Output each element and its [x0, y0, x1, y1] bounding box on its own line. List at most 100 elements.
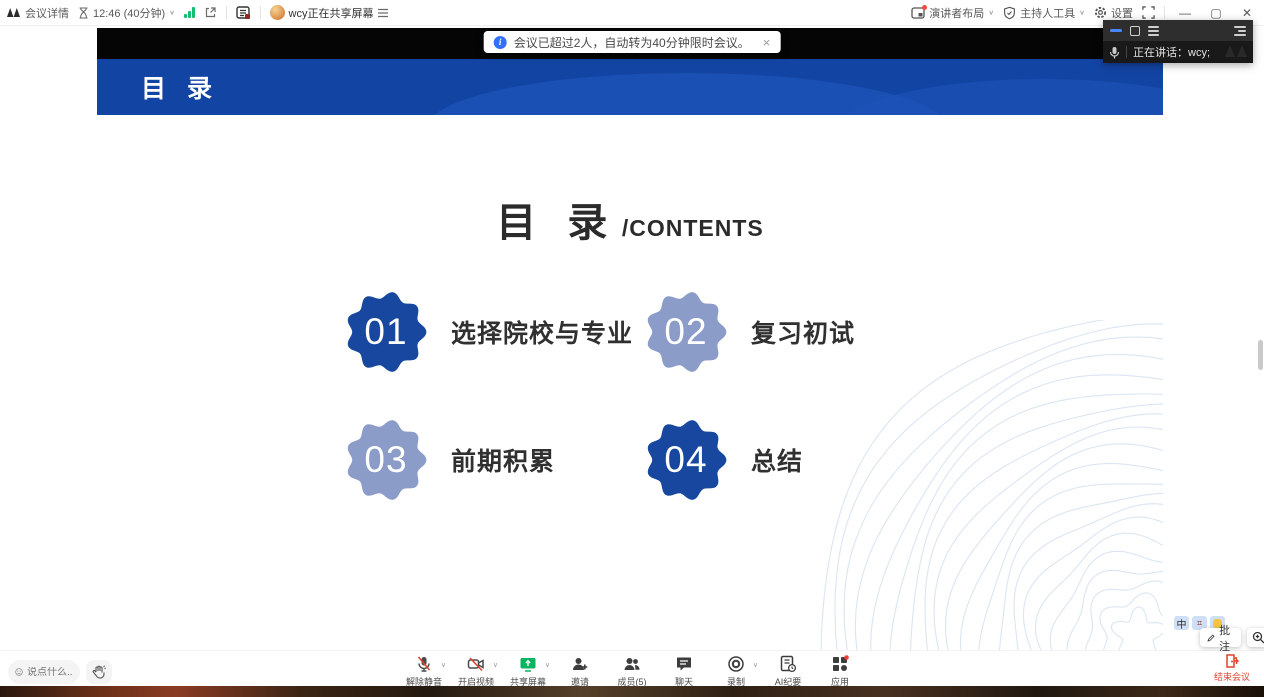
chevron-down-icon[interactable]: ∨	[545, 661, 550, 669]
close-button[interactable]: ✕	[1236, 4, 1258, 22]
list-view-icon[interactable]	[1148, 26, 1159, 36]
slide-body: 目 录 /CONTENTS 01 选择院校与专业 02 复习初试	[97, 115, 1163, 650]
raise-hand-button[interactable]	[86, 660, 112, 684]
meeting-limit-banner: i 会议已超过2人，自动转为40分钟限时会议。 ×	[484, 31, 781, 53]
toc-item-3: 03 前期积累	[345, 419, 555, 501]
minimize-button[interactable]: —	[1174, 4, 1196, 22]
app-topbar: 会议详情 12:46 (40分钟) ∨	[0, 0, 1264, 26]
annotate-button[interactable]: 批注	[1200, 628, 1241, 647]
active-speaker-row: 正在讲话：wcy;	[1103, 41, 1253, 63]
ime-mode-button[interactable]: 中	[1174, 616, 1189, 630]
chevron-down-icon[interactable]: ∨	[441, 661, 446, 669]
sharing-status[interactable]: wcy正在共享屏幕	[270, 5, 390, 21]
gear-icon	[1094, 6, 1107, 19]
annotation-tools: 批注	[1200, 628, 1264, 647]
speaking-label: 正在讲话：wcy;	[1133, 44, 1210, 60]
chat-bubble-icon	[675, 655, 693, 673]
end-meeting-label: 结束会议	[1214, 670, 1250, 683]
start-video-button[interactable]: ∨ 开启视频	[453, 652, 499, 688]
view-options-icon	[377, 8, 389, 18]
toc-badge-04: 04	[645, 419, 727, 501]
scrollbar[interactable]	[1258, 340, 1263, 370]
members-button[interactable]: 成员(5)	[609, 652, 655, 688]
chat-button[interactable]: 聊天	[661, 652, 707, 688]
slide-header-title: 目 录	[141, 59, 219, 115]
apps-button[interactable]: 应用	[817, 652, 863, 688]
raise-hand-icon	[92, 665, 106, 679]
toc-item-1: 01 选择院校与专业	[345, 291, 633, 373]
microphone-muted-icon	[415, 655, 433, 673]
chevron-down-icon: ∨	[169, 9, 175, 16]
unmute-button[interactable]: ∨ 解除静音	[401, 652, 447, 688]
toc-label: 总结	[751, 442, 803, 478]
magnifier-button[interactable]	[1247, 628, 1264, 647]
layout-switch-button[interactable]: 演讲者布局 ∨	[911, 5, 994, 21]
toc-badge-02: 02	[645, 291, 727, 373]
chevron-down-icon: ∨	[988, 9, 994, 16]
meeting-time: 12:46 (40分钟)	[93, 5, 165, 21]
slide-title-cn: 目 录	[496, 201, 617, 245]
divider	[1126, 46, 1127, 58]
banner-text: 会议已超过2人，自动转为40分钟限时会议。	[514, 34, 750, 51]
invite-person-icon	[571, 655, 589, 673]
record-button[interactable]: ∨ 录制	[713, 652, 759, 688]
chevron-down-icon[interactable]: ∨	[753, 661, 758, 669]
topbar-right: 演讲者布局 ∨ 主持人工具 ∨ 设置	[911, 4, 1258, 22]
notification-dot	[922, 5, 927, 10]
chevron-down-icon[interactable]: ∨	[493, 661, 498, 669]
toolbar-center: ∨ 解除静音 ∨ 开启视频 ∨ 共享屏幕	[401, 652, 863, 688]
share-screen-icon	[519, 655, 537, 673]
watermark-logo	[1225, 45, 1247, 57]
settings-label: 设置	[1111, 5, 1133, 21]
chevron-down-icon: ∨	[1079, 9, 1085, 16]
toc-number: 02	[645, 291, 727, 373]
panel-collapse-icon[interactable]	[1234, 26, 1246, 36]
shared-slide: 目 录 目 录 /CONTENTS 01 选择院校与专业	[97, 28, 1163, 650]
settings-button[interactable]: 设置	[1094, 5, 1133, 21]
ai-notes-button[interactable]: AI纪要	[765, 652, 811, 688]
toc-number: 01	[345, 291, 427, 373]
share-screen-button[interactable]: ∨ 共享屏幕	[505, 652, 551, 688]
gallery-view-icon[interactable]	[1130, 26, 1140, 36]
divider	[1164, 6, 1165, 19]
speaker-name: wcy;	[1188, 47, 1210, 59]
chat-input[interactable]	[27, 667, 73, 678]
network-signal-icon[interactable]	[184, 7, 195, 18]
hourglass-icon	[78, 7, 89, 19]
pop-out-icon[interactable]	[204, 6, 217, 19]
panel-minimize-icon[interactable]	[1110, 29, 1122, 32]
meeting-details-button[interactable]: 会议详情	[6, 5, 69, 21]
apps-grid-icon	[831, 655, 849, 673]
sharer-avatar	[270, 5, 285, 20]
toc-item-4: 04 总结	[645, 419, 803, 501]
toc-item-2: 02 复习初试	[645, 291, 855, 373]
meeting-timer[interactable]: 12:46 (40分钟) ∨	[78, 5, 175, 21]
topbar-left: 会议详情 12:46 (40分钟) ∨	[6, 5, 389, 21]
shared-screen-stage: 目 录 目 录 /CONTENTS 01 选择院校与专业	[0, 26, 1264, 650]
shield-icon	[1003, 6, 1016, 20]
annotate-label: 批注	[1219, 622, 1234, 654]
speaker-panel: 正在讲话：wcy;	[1103, 20, 1253, 63]
toc-number: 04	[645, 419, 727, 501]
exit-door-icon	[1224, 653, 1240, 669]
host-tools-button[interactable]: 主持人工具 ∨	[1003, 5, 1085, 21]
speaker-panel-controls	[1103, 20, 1253, 41]
toc-label: 前期积累	[451, 442, 555, 478]
microphone-icon	[1109, 46, 1120, 59]
divider	[226, 6, 227, 19]
slide-header-banner: 目 录	[97, 59, 1163, 115]
invite-button[interactable]: 邀请	[557, 652, 603, 688]
chat-input-box[interactable]	[8, 660, 80, 684]
layout-label: 演讲者布局	[929, 5, 984, 21]
maximize-button[interactable]: ▢	[1205, 4, 1227, 22]
slide-title: 目 录 /CONTENTS	[97, 190, 1163, 248]
fullscreen-icon[interactable]	[1142, 6, 1155, 19]
banner-close-icon[interactable]: ×	[763, 36, 771, 49]
end-meeting-button[interactable]: 结束会议	[1208, 653, 1256, 683]
shared-app-icon[interactable]	[236, 6, 251, 20]
ai-notes-icon	[779, 655, 797, 673]
host-tools-label: 主持人工具	[1020, 5, 1075, 21]
meeting-details-label: 会议详情	[25, 5, 69, 21]
slide-title-en: /CONTENTS	[622, 215, 764, 241]
toc-number: 03	[345, 419, 427, 501]
